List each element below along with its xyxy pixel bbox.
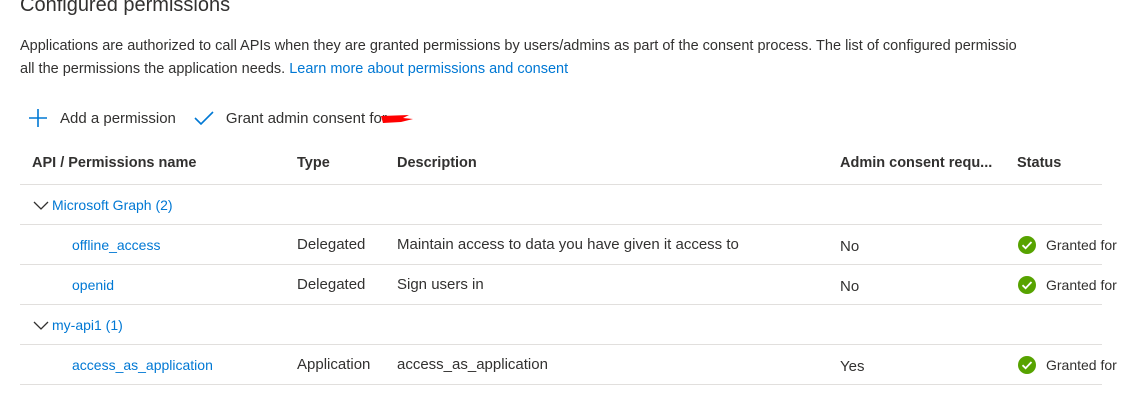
checkmark-icon: [194, 111, 214, 126]
table-row: access_as_application Application access…: [20, 345, 1117, 385]
success-check-icon: [1018, 235, 1036, 254]
table-header: API / Permissions name Type Description …: [20, 142, 1102, 185]
chevron-down-icon: [33, 201, 49, 210]
permission-type: Delegated: [297, 236, 366, 253]
status-cell: Granted for: [1017, 265, 1117, 304]
group-row-my-api1: my-api1 (1): [20, 305, 1102, 345]
add-permission-label: Add a permission: [60, 109, 176, 127]
description-line-2-text: all the permissions the application need…: [20, 61, 286, 77]
chevron-down-icon: [33, 321, 49, 330]
section-title: Configured permissions: [20, 0, 231, 16]
permission-type: Delegated: [297, 276, 366, 293]
permission-description: Maintain access to data you have given i…: [397, 236, 739, 253]
group-label: Microsoft Graph (2): [52, 196, 173, 213]
status-cell: Granted for: [1017, 225, 1117, 264]
learn-more-link[interactable]: Learn more about permissions and consent: [289, 61, 568, 77]
column-header-type[interactable]: Type: [297, 142, 330, 184]
description-line-2: all the permissions the application need…: [20, 58, 1130, 81]
table-row: openid Delegated Sign users in No Grante…: [20, 265, 1117, 305]
admin-consent-required: Yes: [840, 358, 865, 375]
grant-admin-consent-button[interactable]: Grant admin consent for: [194, 109, 413, 127]
description-line-1: Applications are authorized to call APIs…: [20, 38, 1017, 54]
status-text: Granted for: [1046, 236, 1117, 253]
permission-description: access_as_application: [397, 356, 548, 373]
admin-consent-required: No: [840, 238, 860, 255]
redaction-mark: [379, 112, 413, 124]
group-toggle-microsoft-graph[interactable]: Microsoft Graph (2): [32, 197, 173, 213]
group-toggle-my-api1[interactable]: my-api1 (1): [32, 317, 123, 333]
grant-admin-consent-label: Grant admin consent for: [225, 109, 387, 127]
permission-name-link[interactable]: openid: [72, 277, 114, 293]
permissions-table: API / Permissions name Type Description …: [20, 142, 1117, 385]
column-header-description[interactable]: Description: [397, 142, 477, 184]
status-cell: Granted for: [1017, 345, 1117, 384]
plus-icon: [29, 109, 47, 127]
permission-name-link[interactable]: offline_access: [72, 237, 160, 253]
group-label: my-api1 (1): [52, 316, 123, 333]
permission-type: Application: [297, 356, 371, 373]
permission-description: Sign users in: [397, 276, 484, 293]
section-description: Applications are authorized to call APIs…: [20, 35, 1130, 81]
configured-permissions-page: Configured permissions Applications are …: [0, 0, 1130, 396]
status-text: Granted for: [1046, 356, 1117, 373]
permissions-toolbar: Add a permission Grant admin consent for: [28, 104, 413, 132]
status-text: Granted for: [1046, 276, 1117, 293]
admin-consent-required: No: [840, 278, 860, 295]
table-row: offline_access Delegated Maintain access…: [20, 225, 1117, 265]
success-check-icon: [1018, 275, 1036, 294]
column-header-status[interactable]: Status: [1017, 142, 1061, 184]
permission-name-link[interactable]: access_as_application: [72, 357, 213, 373]
success-check-icon: [1018, 355, 1036, 374]
group-row-microsoft-graph: Microsoft Graph (2): [20, 185, 1102, 225]
column-header-name[interactable]: API / Permissions name: [32, 142, 196, 184]
add-permission-button[interactable]: Add a permission: [28, 108, 176, 128]
column-header-admin-consent[interactable]: Admin consent requ...: [840, 142, 992, 184]
